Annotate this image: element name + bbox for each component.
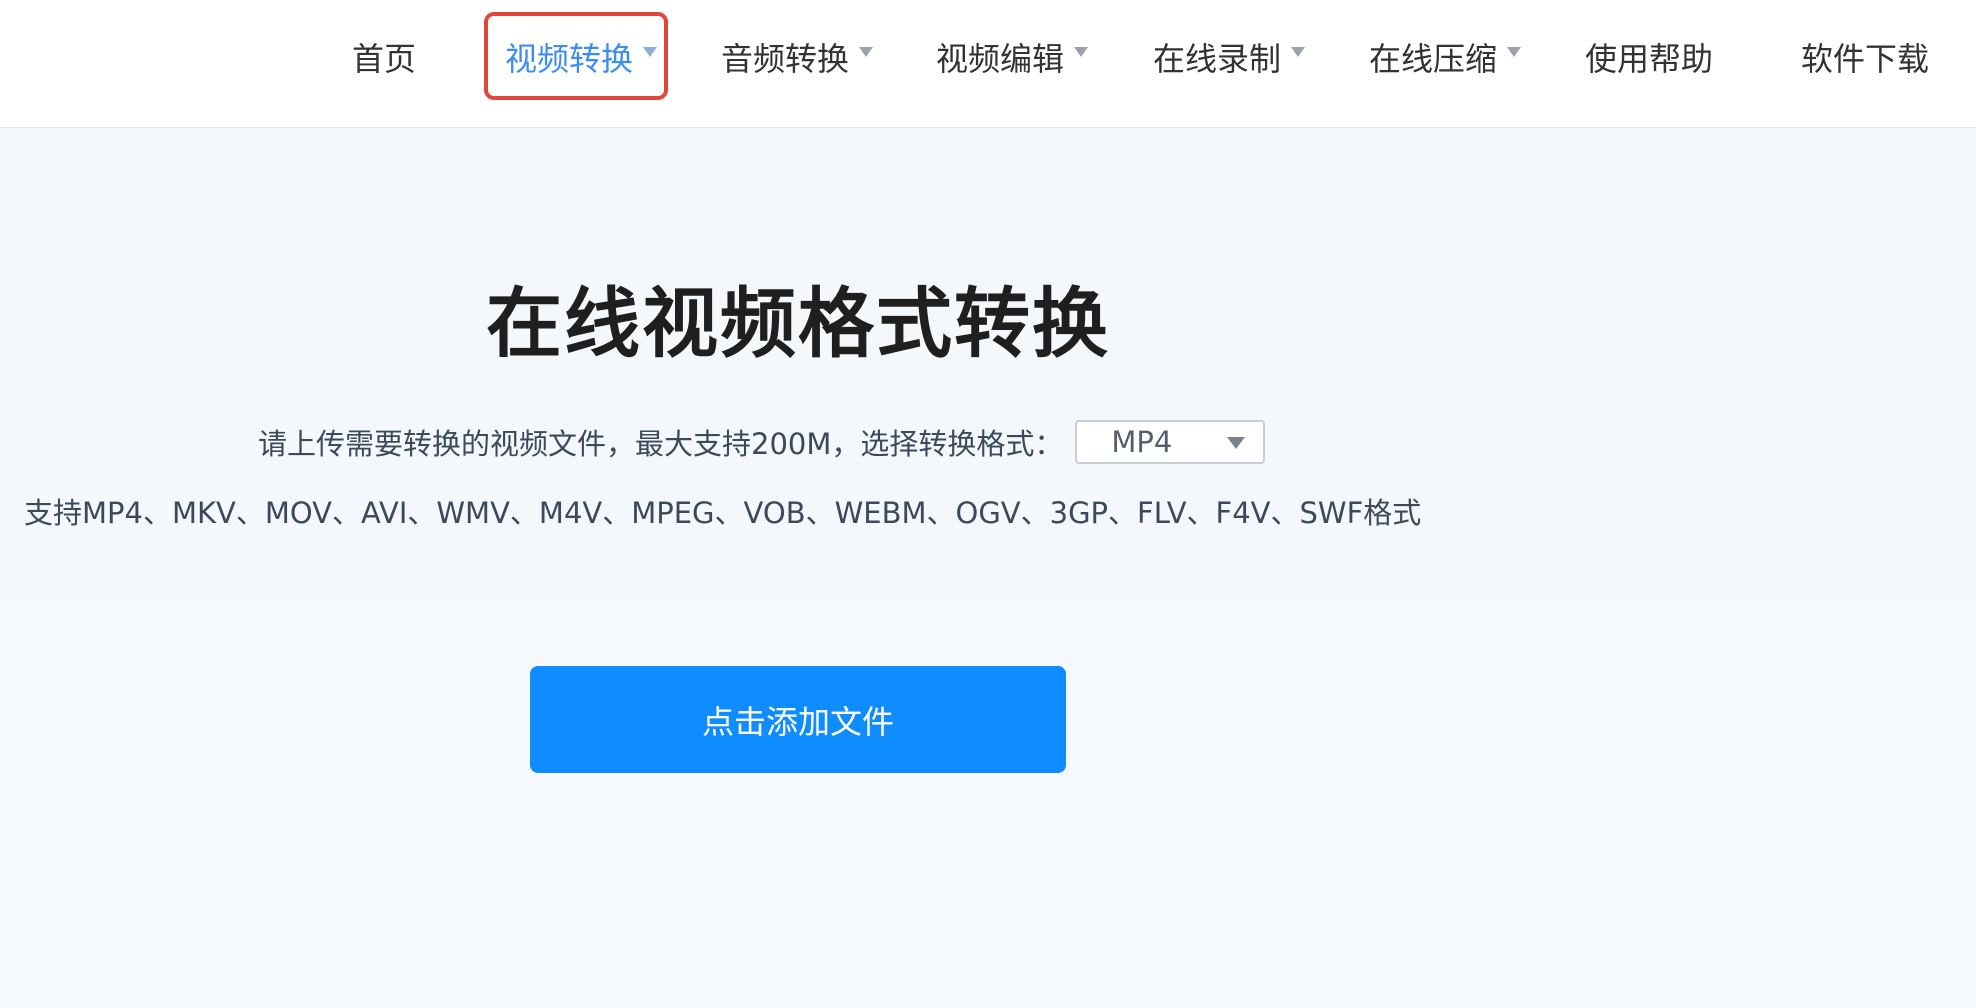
format-select-value: MP4 [1111,425,1173,459]
nav-item-online-compress[interactable]: 在线压缩 [1369,0,1522,113]
nav-item-online-record[interactable]: 在线录制 [1153,0,1306,113]
top-navbar: 首页 视频转换 音频转换 视频编辑 在线录制 在线压缩 使用帮助 软件下载 [0,0,1976,128]
nav-item-label: 在线录制 [1153,39,1282,78]
dropdown-arrow-icon [1291,46,1306,57]
upload-hint-row: 请上传需要转换的视频文件，最大支持200M，选择转换格式： MP4 [258,418,1266,466]
dropdown-arrow-icon [859,46,874,57]
page-title: 在线视频格式转换 [486,279,1110,368]
dropdown-arrow-icon [1074,46,1089,57]
add-file-button[interactable]: 点击添加文件 [530,666,1066,773]
select-arrow-icon [1227,437,1246,449]
nav-item-help[interactable]: 使用帮助 [1585,0,1713,113]
nav-item-label: 视频转换 [505,39,634,78]
nav-item-software-download[interactable]: 软件下载 [1801,0,1929,113]
nav-item-label: 软件下载 [1801,39,1930,78]
format-select[interactable]: MP4 [1075,420,1266,464]
nav-item-label: 视频编辑 [936,39,1065,78]
nav-item-label: 在线压缩 [1369,39,1498,78]
nav-item-home[interactable]: 首页 [352,0,416,113]
dropdown-arrow-icon [1507,46,1522,57]
main-content [0,128,1976,1008]
dropdown-arrow-icon [643,46,658,57]
supported-formats-text: 支持MP4、MKV、MOV、AVI、WMV、M4V、MPEG、VOB、WEBM、… [24,496,1422,530]
nav-item-video-convert[interactable]: 视频转换 [505,0,658,113]
nav-item-label: 音频转换 [721,39,850,78]
nav-item-label: 首页 [352,39,417,78]
nav-item-video-edit[interactable]: 视频编辑 [936,0,1089,113]
upload-hint-text: 请上传需要转换的视频文件，最大支持200M，选择转换格式： [258,427,1064,461]
nav-item-audio-convert[interactable]: 音频转换 [721,0,874,113]
nav-item-label: 使用帮助 [1585,39,1714,78]
